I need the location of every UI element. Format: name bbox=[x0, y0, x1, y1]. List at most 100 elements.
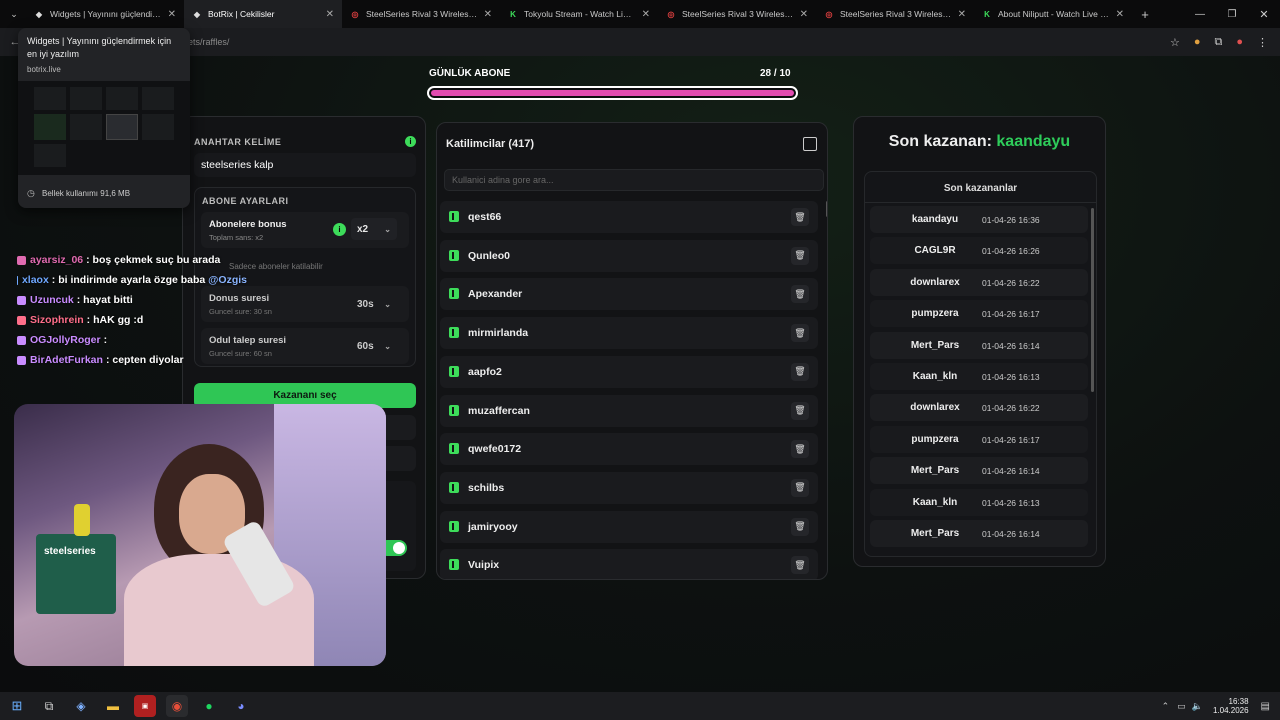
tray-chevron-icon[interactable]: ⌃ bbox=[1162, 701, 1170, 712]
windows-start-icon[interactable]: ⊞ bbox=[6, 695, 28, 717]
tab-search-icon[interactable]: ⌄ bbox=[4, 3, 24, 25]
url-text[interactable]: ets/raffles/ bbox=[188, 37, 229, 47]
stream-app-icon[interactable]: ▣ bbox=[134, 695, 156, 717]
winner-name: Mert_Pars bbox=[910, 339, 960, 351]
close-tab-icon[interactable]: ✕ bbox=[800, 9, 808, 20]
claim-time-select[interactable]: 60s ⌄ bbox=[351, 335, 397, 357]
copilot-icon[interactable]: ◈ bbox=[70, 695, 92, 717]
chevron-down-icon: ⌄ bbox=[384, 299, 391, 309]
participant-row: qest66 🗑 bbox=[440, 201, 818, 233]
recent-winners-box: Son kazananlar kaandayu 01-04-26 16:36 CAG… bbox=[864, 171, 1097, 557]
chat-text: : cepten diyolar bbox=[105, 354, 184, 366]
badge-icon bbox=[17, 355, 26, 365]
delete-participant-button[interactable]: 🗑 bbox=[791, 208, 809, 226]
bookmark-star-icon[interactable]: ☆ bbox=[1170, 36, 1180, 49]
keyword-input[interactable]: steelseries kalp bbox=[194, 153, 416, 177]
bonus-time-select[interactable]: 30s ⌄ bbox=[351, 293, 397, 315]
winner-time: 01-04-26 16:14 bbox=[982, 529, 1040, 539]
close-window-button[interactable]: ✕ bbox=[1248, 8, 1280, 21]
botrix-icon: ◆ bbox=[35, 9, 43, 19]
badge-icon bbox=[17, 255, 26, 265]
notifications-icon[interactable]: ▤ bbox=[1261, 701, 1270, 712]
scrollbar[interactable] bbox=[826, 201, 827, 217]
tab-5[interactable]: ◎ SteelSeries Rival 3 Wireless Gen ✕ bbox=[816, 0, 974, 28]
delete-participant-button[interactable]: 🗑 bbox=[791, 440, 809, 459]
winner-name: Kaan_kln bbox=[912, 496, 958, 508]
daily-sub-goal-progress bbox=[427, 86, 798, 100]
tab-2[interactable]: ◎ SteelSeries Rival 3 Wireless Gen ✕ bbox=[342, 0, 500, 28]
task-view-icon[interactable]: ⧉ bbox=[38, 695, 60, 717]
bonus-time-value: 30s bbox=[357, 298, 374, 310]
delete-participant-button[interactable]: 🗑 bbox=[791, 285, 809, 304]
close-tab-icon[interactable]: ✕ bbox=[958, 9, 966, 20]
winner-name: Mert_Pars bbox=[910, 528, 960, 539]
minimize-button[interactable]: — bbox=[1184, 9, 1216, 20]
winner-name: downlarex bbox=[910, 276, 960, 288]
close-tab-icon[interactable]: ✕ bbox=[326, 9, 334, 20]
participant-name: Qunleo0 bbox=[468, 249, 511, 262]
tab-hover-memory: Bellek kullanımı 91,6 MB bbox=[42, 189, 131, 198]
delete-participant-button[interactable]: 🗑 bbox=[791, 401, 809, 420]
participant-row: Vuipix 🗑 bbox=[440, 549, 818, 579]
tab-title: SteelSeries Rival 3 Wireless Gen bbox=[682, 9, 794, 19]
daily-sub-goal-count: 28 / 10 bbox=[760, 68, 791, 79]
discord-icon[interactable]: ◕ bbox=[230, 695, 252, 717]
close-tab-icon[interactable]: ✕ bbox=[1116, 9, 1124, 20]
last-winner-prefix: Son kazanan: bbox=[888, 133, 992, 150]
winner-time: 01-04-26 16:36 bbox=[982, 215, 1040, 225]
winner-time: 01-04-26 16:13 bbox=[982, 372, 1040, 382]
delete-participant-button[interactable]: 🗑 bbox=[791, 517, 809, 536]
scrollbar[interactable] bbox=[1091, 208, 1094, 392]
tab-6[interactable]: K About Niliputt - Watch Live on ✕ bbox=[974, 0, 1132, 28]
trash-icon: 🗑 bbox=[794, 366, 806, 377]
tab-hover-domain: botrix.live bbox=[27, 65, 61, 74]
participant-row: schilbs 🗑 bbox=[440, 471, 818, 504]
spotify-icon[interactable]: ● bbox=[198, 695, 220, 717]
trash-icon: 🗑 bbox=[794, 521, 806, 532]
chat-username: Uzuncuk bbox=[30, 294, 74, 306]
restore-button[interactable]: ❐ bbox=[1216, 9, 1248, 20]
steelseries-icon: ◎ bbox=[351, 9, 359, 19]
chat-username: OGJollyRoger bbox=[30, 334, 101, 346]
tab-0[interactable]: ◆ Widgets | Yayınını güçlendirmek ✕ bbox=[26, 0, 184, 28]
kick-icon bbox=[449, 443, 459, 455]
menu-kebab-icon[interactable]: ⋮ bbox=[1257, 36, 1268, 49]
delete-participant-button[interactable]: 🗑 bbox=[791, 324, 809, 343]
chat-message: Uzuncuk: hayat bitti bbox=[17, 290, 247, 310]
chat-message: Sizophrein: hAK gg :d bbox=[17, 310, 247, 330]
chrome-icon[interactable]: ◉ bbox=[166, 695, 188, 717]
tab-3[interactable]: K Tokyolu Stream - Watch Live on ✕ bbox=[500, 0, 658, 28]
participant-search-input[interactable]: Kullanici adina gore ara... bbox=[444, 169, 824, 191]
extensions-puzzle-icon[interactable]: ⧉ bbox=[1214, 36, 1222, 49]
botrix-icon: ◆ bbox=[193, 9, 201, 19]
delete-participant-button[interactable]: 🗑 bbox=[791, 478, 809, 497]
close-tab-icon[interactable]: ✕ bbox=[484, 9, 492, 20]
copy-icon[interactable] bbox=[803, 137, 817, 151]
profile-avatar-icon[interactable]: ● bbox=[1236, 36, 1243, 49]
new-tab-button[interactable]: + bbox=[1132, 7, 1158, 22]
participant-row: Apexander 🗑 bbox=[440, 278, 818, 311]
tab-1[interactable]: ◆ BotRix | Cekilisler ✕ bbox=[184, 0, 342, 28]
tab-4[interactable]: ◎ SteelSeries Rival 3 Wireless Gen ✕ bbox=[658, 0, 816, 28]
recent-winners-title: Son kazananlar bbox=[943, 183, 1018, 194]
chat-username: BirAdetFurkan bbox=[30, 354, 103, 366]
delete-participant-button[interactable]: 🗑 bbox=[791, 362, 809, 381]
network-icon[interactable]: ▭ bbox=[1177, 701, 1186, 712]
extension-icon[interactable]: ● bbox=[1194, 36, 1201, 49]
delete-participant-button[interactable]: 🗑 bbox=[791, 556, 809, 575]
winner-name: Kaan_kln bbox=[912, 371, 958, 382]
delete-participant-button[interactable]: 🗑 bbox=[791, 246, 809, 265]
tab-title: About Niliputt - Watch Live on bbox=[998, 9, 1110, 19]
file-explorer-icon[interactable]: ▬ bbox=[102, 695, 124, 717]
sub-bonus-label: Abonelere bonus bbox=[209, 219, 287, 230]
kick-icon: K bbox=[984, 9, 990, 19]
clock[interactable]: 16:38 1.04.2026 bbox=[1213, 697, 1249, 715]
sub-bonus-sub: Toplam sans: x2 bbox=[209, 233, 264, 242]
speaker-icon[interactable]: 🔈 bbox=[1192, 701, 1203, 712]
sub-settings-label: ABONE AYARLARI bbox=[202, 196, 289, 206]
close-tab-icon[interactable]: ✕ bbox=[168, 9, 176, 20]
winner-time: 01-04-26 16:14 bbox=[982, 466, 1040, 477]
close-tab-icon[interactable]: ✕ bbox=[642, 9, 650, 20]
sub-bonus-select[interactable]: x2 ⌄ bbox=[351, 218, 397, 240]
trash-icon: 🗑 bbox=[794, 559, 806, 570]
